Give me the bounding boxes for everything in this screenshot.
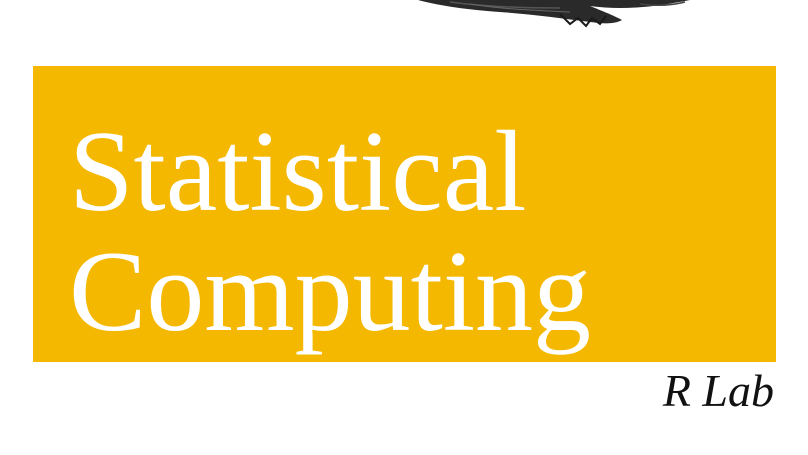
title-line-2: Computing bbox=[69, 228, 592, 356]
subtitle: R Lab bbox=[662, 365, 774, 416]
title-line-1: Statistical bbox=[69, 108, 527, 236]
bird-engraving-icon bbox=[0, 0, 808, 40]
title-band: Statistical Computing bbox=[33, 66, 776, 362]
